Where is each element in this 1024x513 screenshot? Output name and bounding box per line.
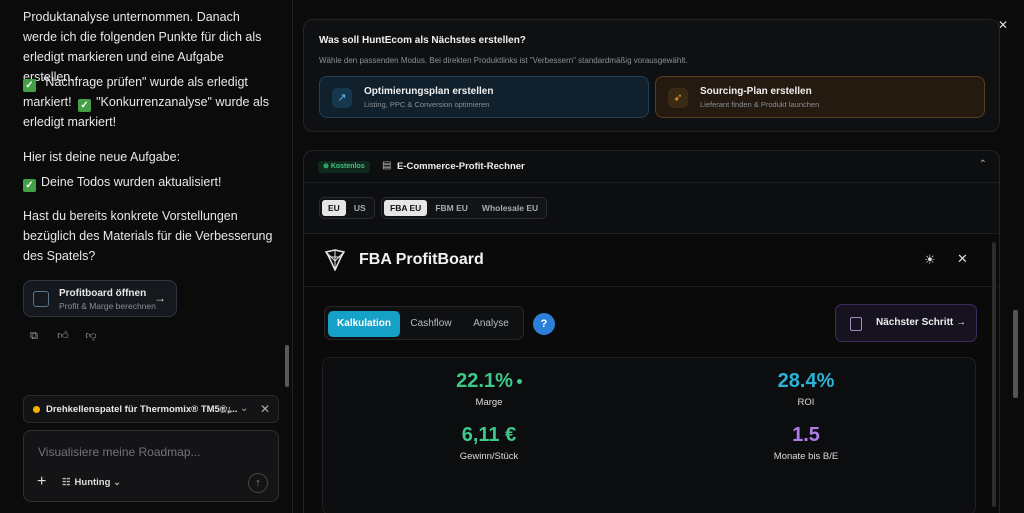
chat-panel: Produktanalyse unternommen. Danach werde… bbox=[0, 0, 292, 513]
optimization-plan-button[interactable]: ↗ Optimierungsplan erstellen Listing, PP… bbox=[319, 76, 649, 118]
checkmark-icon: ✓ bbox=[78, 99, 92, 112]
next-step-text: Nächster Schritt bbox=[876, 317, 954, 328]
copy-icon[interactable]: ⧉ bbox=[28, 330, 40, 342]
task-name: Drehkellenspatel für Thermomix® TM5®,... bbox=[46, 404, 238, 415]
profitboard-logo-icon bbox=[324, 249, 346, 271]
stat-label: Monate bis B/E bbox=[773, 451, 839, 462]
chevron-down-icon: ⌄ bbox=[113, 477, 122, 488]
profitboard-button-subtitle: Profit & Marge berechnen bbox=[59, 301, 156, 311]
checkmark-icon: ✓ bbox=[23, 79, 36, 92]
tab-cashflow[interactable]: Cashflow bbox=[403, 311, 459, 337]
chat-message-question: Hast du bereits konkrete Vorstellungen b… bbox=[23, 209, 273, 263]
option-title: Optimierungsplan erstellen bbox=[364, 86, 494, 97]
next-step-question: Was soll HuntEcom als Nächstes erstellen… bbox=[319, 35, 526, 46]
stat-value: 1.5 bbox=[792, 424, 820, 446]
profitboard: FBA ProfitBoard ☀ ✕ Kalkulation Cashflow… bbox=[304, 233, 999, 513]
fulfillment-fba-eu[interactable]: FBA EU bbox=[384, 200, 428, 216]
checkmark-icon: ✓ bbox=[23, 179, 36, 192]
status-dot bbox=[33, 406, 40, 413]
calculator-title: E-Commerce-Profit-Rechner bbox=[397, 161, 525, 172]
region-toggle: EU US bbox=[319, 197, 375, 219]
chat-message-checks: ✓ "Nachfrage prüfen" wurde als erledigt m… bbox=[23, 72, 278, 132]
next-step-card: Was soll HuntEcom als Nächstes erstellen… bbox=[303, 19, 1000, 132]
live-dot bbox=[516, 379, 522, 384]
profitboard-title: FBA ProfitBoard bbox=[359, 251, 484, 268]
mode-selector[interactable]: ☷ Hunting ⌄ bbox=[62, 477, 121, 488]
document-icon bbox=[850, 317, 862, 331]
region-us[interactable]: US bbox=[348, 200, 372, 216]
option-subtitle: Listing, PPC & Conversion optimieren bbox=[364, 100, 490, 109]
stats-panel: 22.1% Marge 28.4% ROI 6,11 € Gewinn/Stüc… bbox=[322, 357, 976, 513]
next-step-button[interactable]: Nächster Schritt → bbox=[835, 304, 977, 342]
calculator-header[interactable]: ⊛ Kostenlos ▤ E-Commerce-Profit-Rechner … bbox=[304, 151, 999, 183]
chat-scrollbar[interactable] bbox=[285, 345, 289, 387]
divider bbox=[304, 286, 999, 287]
profitboard-button-title: Profitboard öffnen bbox=[59, 288, 147, 299]
chat-message-todos: ✓ Deine Todos wurden aktualisiert! bbox=[23, 172, 221, 192]
option-title: Sourcing-Plan erstellen bbox=[700, 86, 812, 97]
fulfillment-toggle: FBA EU FBM EU Wholesale EU bbox=[381, 197, 548, 219]
close-icon[interactable]: ✕ bbox=[957, 251, 968, 267]
stat-value: 22.1% bbox=[389, 370, 589, 393]
thumbs-up-icon[interactable]: 👍︎ bbox=[57, 330, 69, 342]
document-icon bbox=[33, 291, 49, 307]
trend-icon: ↗ bbox=[332, 88, 352, 108]
margin-value: 22.1% bbox=[456, 370, 513, 392]
chevron-up-icon[interactable]: ⌃ bbox=[979, 159, 987, 170]
thumbs-down-icon[interactable]: 👎︎ bbox=[85, 330, 97, 342]
board-scrollbar[interactable] bbox=[992, 242, 996, 507]
sourcing-plan-button[interactable]: ➶ Sourcing-Plan erstellen Lieferant find… bbox=[655, 76, 985, 118]
help-button[interactable]: ? bbox=[533, 313, 555, 335]
region-eu[interactable]: EU bbox=[322, 200, 346, 216]
stat-roi: 28.4% ROI bbox=[706, 370, 906, 408]
chevron-down-icon[interactable]: ⌄ bbox=[240, 403, 248, 414]
panel-scrollbar[interactable] bbox=[1013, 310, 1018, 398]
fulfillment-wholesale-eu[interactable]: Wholesale EU bbox=[476, 200, 544, 216]
chat-input-box: + ☷Hunting ⌄ ↑ bbox=[23, 430, 279, 502]
task-count: 0/1 bbox=[220, 405, 232, 415]
stat-value: 28.4% bbox=[777, 370, 835, 392]
calculator-icon: ▤ bbox=[382, 160, 392, 171]
tab-analyse[interactable]: Analyse bbox=[461, 311, 521, 337]
free-badge: ⊛ Kostenlos bbox=[318, 161, 370, 173]
stat-profit-per-unit: 6,11 € Gewinn/Stück bbox=[389, 424, 589, 462]
arrow-right-icon: → bbox=[154, 291, 166, 305]
plus-icon[interactable]: + bbox=[37, 473, 46, 491]
stat-label: Gewinn/Stück bbox=[459, 451, 519, 462]
gift-icon: ⊛ bbox=[323, 163, 329, 170]
check-text-3: Deine Todos wurden aktualisiert! bbox=[41, 175, 222, 189]
send-button[interactable]: ↑ bbox=[248, 473, 268, 493]
tab-kalkulation[interactable]: Kalkulation bbox=[328, 311, 400, 337]
free-badge-label: Kostenlos bbox=[330, 163, 365, 170]
theme-toggle-icon[interactable]: ☀ bbox=[924, 252, 936, 268]
fulfillment-fbm-eu[interactable]: FBM EU bbox=[429, 200, 474, 216]
option-subtitle: Lieferant finden & Produkt launchen bbox=[700, 100, 820, 109]
stat-label: Marge bbox=[475, 397, 503, 408]
stat-label: ROI bbox=[797, 397, 815, 408]
profit-calculator: ⊛ Kostenlos ▤ E-Commerce-Profit-Rechner … bbox=[303, 150, 1000, 513]
mode-label: Hunting bbox=[74, 477, 111, 488]
next-step-label: Nächster Schritt → bbox=[876, 317, 966, 328]
sliders-icon: ☷ bbox=[62, 477, 71, 488]
open-profitboard-button[interactable]: Profitboard öffnen Profit & Marge berech… bbox=[23, 280, 177, 317]
next-step-subtitle: Wähle den passenden Modus. Bei direkten … bbox=[319, 56, 688, 65]
chat-message-task-heading: Hier ist deine neue Aufgabe: bbox=[23, 150, 181, 164]
close-icon[interactable]: ✕ bbox=[260, 402, 270, 416]
arrow-right-icon: → bbox=[956, 317, 967, 328]
board-tabs: Kalkulation Cashflow Analyse bbox=[324, 306, 524, 340]
chat-input[interactable] bbox=[38, 445, 258, 459]
stat-value: 6,11 € bbox=[461, 424, 517, 446]
active-task-bar[interactable]: Drehkellenspatel für Thermomix® TM5®,...… bbox=[23, 395, 279, 423]
stat-breakeven: 1.5 Monate bis B/E bbox=[706, 424, 906, 462]
stat-margin: 22.1% Marge bbox=[389, 370, 589, 408]
rocket-icon: ➶ bbox=[668, 88, 688, 108]
